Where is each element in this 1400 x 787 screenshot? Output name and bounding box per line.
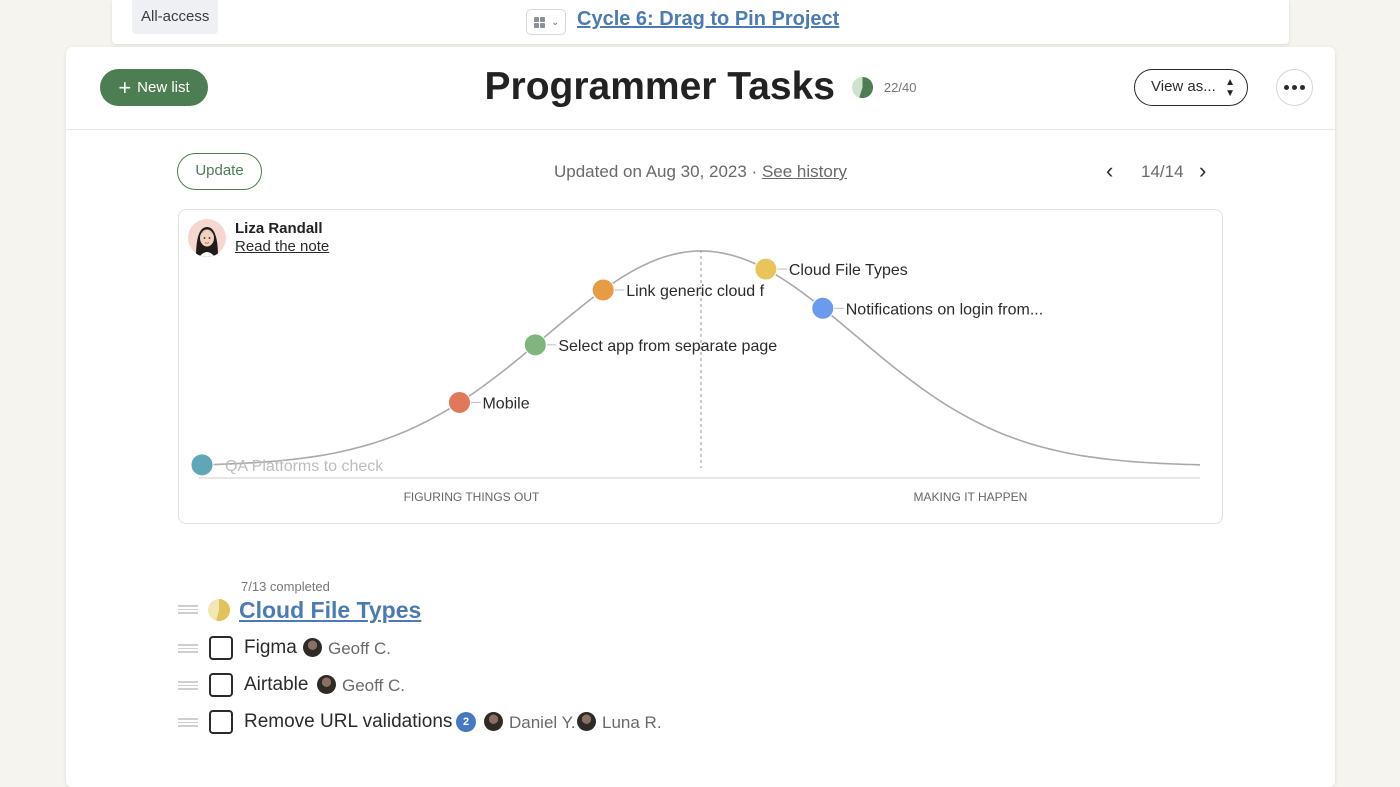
hill-chart-panel: FIGURING THINGS OUT MAKING IT HAPPEN QA Pl… xyxy=(178,209,1223,524)
avatar xyxy=(303,638,322,657)
page-title: Programmer Tasks xyxy=(484,65,835,108)
more-dot-icon xyxy=(1284,85,1289,90)
more-dot-icon xyxy=(1300,85,1305,90)
more-dot-icon xyxy=(1292,85,1297,90)
phase-label: FIGURING THINGS OUT xyxy=(404,490,540,504)
chevron-down-icon: ⌄ xyxy=(551,17,560,28)
pager-text: 14/14 xyxy=(1141,162,1184,181)
project-switcher[interactable]: ⌄ xyxy=(526,9,566,35)
drag-handle-icon[interactable] xyxy=(178,718,198,727)
assignee-name: Geoff C. xyxy=(342,676,405,695)
assignee[interactable]: Geoff C. xyxy=(317,675,405,696)
avatar xyxy=(577,712,596,731)
hill-point[interactable] xyxy=(523,333,547,357)
task-name[interactable]: Figma xyxy=(244,637,297,659)
progress-pie-icon xyxy=(852,76,874,98)
assignee[interactable]: Geoff C. xyxy=(303,638,391,659)
hill-point-label: Cloud File Types xyxy=(789,262,908,279)
access-badge: All-access xyxy=(132,0,219,34)
see-history-link[interactable]: See history xyxy=(762,162,847,181)
updated-text: Updated on Aug 30, 2023 · xyxy=(554,162,762,181)
hill-point[interactable] xyxy=(591,278,615,302)
group-progress-pie-icon xyxy=(208,599,231,621)
comment-count-badge[interactable]: 2 xyxy=(456,712,476,732)
task-checkbox[interactable] xyxy=(209,673,233,697)
assignee-name: Luna R. xyxy=(602,713,662,732)
phase-label: MAKING IT HAPPEN xyxy=(914,490,1028,504)
chevron-left-icon[interactable]: ‹ xyxy=(1106,160,1113,182)
hill-point-label: Select app from separate page xyxy=(558,338,777,355)
assignee-name: Geoff C. xyxy=(328,639,391,658)
list-header: + New list Programmer Tasks 22/40 View a… xyxy=(66,47,1335,130)
hill-point[interactable] xyxy=(190,453,214,477)
sort-arrows-icon: ▲ ▼ xyxy=(1225,77,1235,99)
note-author: Liza Randall xyxy=(235,220,323,237)
view-as-label: View as... xyxy=(1151,78,1216,95)
assignee[interactable]: Daniel Y. xyxy=(484,712,575,733)
more-options-button[interactable] xyxy=(1276,69,1313,106)
hill-point[interactable] xyxy=(811,296,835,320)
view-as-select[interactable]: View as... ▲ ▼ xyxy=(1134,69,1248,106)
avatar xyxy=(188,219,226,257)
avatar xyxy=(317,675,336,694)
list-card: + New list Programmer Tasks 22/40 View a… xyxy=(66,47,1335,787)
hill-point-label: Notifications on login from... xyxy=(846,301,1043,318)
grid-icon xyxy=(534,17,546,29)
group-title-link[interactable]: Cloud File Types xyxy=(239,597,421,624)
hill-point-label: Mobile xyxy=(482,395,529,412)
hill-chart[interactable]: FIGURING THINGS OUT MAKING IT HAPPEN QA Pl… xyxy=(179,210,1223,524)
parent-project-bar: All-access ⌄ Cycle 6: Drag to Pin Projec… xyxy=(112,0,1289,44)
avatar xyxy=(484,712,503,731)
comment-count: 2 xyxy=(456,712,476,732)
task-checkbox[interactable] xyxy=(209,710,233,734)
task-name[interactable]: Remove URL validations xyxy=(244,711,452,733)
progress-count: 22/40 xyxy=(883,79,917,95)
hill-point-label: QA Platforms to check xyxy=(225,458,384,475)
drag-handle-icon[interactable] xyxy=(178,644,198,653)
completed-count: 7/13 completed xyxy=(241,579,330,594)
drag-handle-icon[interactable] xyxy=(178,681,198,690)
read-note-link[interactable]: Read the note xyxy=(235,238,329,255)
drag-handle-icon[interactable] xyxy=(178,605,198,614)
task-checkbox[interactable] xyxy=(209,636,233,660)
project-title-link[interactable]: Cycle 6: Drag to Pin Project xyxy=(577,8,839,31)
hill-point[interactable] xyxy=(447,390,471,414)
hill-point[interactable] xyxy=(754,257,778,281)
assignee-name: Daniel Y. xyxy=(509,713,576,732)
task-name[interactable]: Airtable xyxy=(244,674,308,696)
chevron-right-icon[interactable]: › xyxy=(1199,160,1206,182)
assignee[interactable]: Luna R. xyxy=(577,712,662,733)
hill-point-label: Link generic cloud f xyxy=(626,283,764,300)
